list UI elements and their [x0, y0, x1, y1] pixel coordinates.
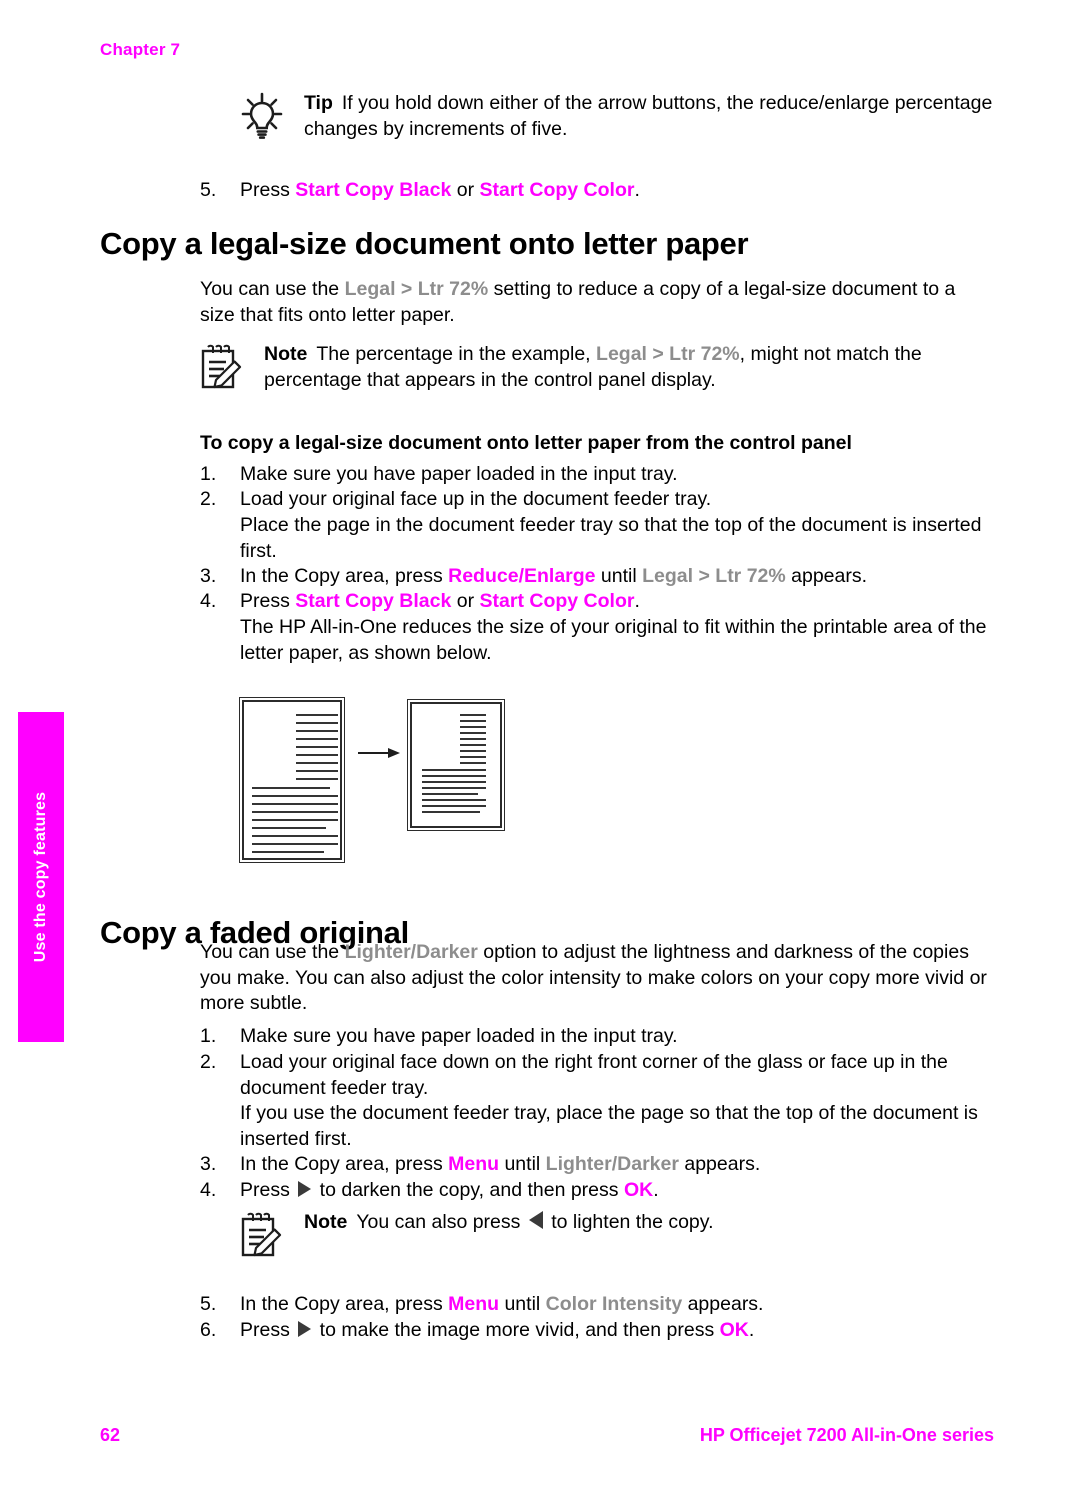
right-arrow-icon — [298, 1181, 312, 1197]
step-text: In the Copy area, press Reduce/Enlarge u… — [240, 565, 868, 587]
step-number: 5. — [200, 179, 217, 201]
ok-button-label: OK — [623, 1179, 654, 1201]
tip-text: If you hold down either of the arrow but… — [304, 92, 993, 140]
document-page: Chapter 7 Use the copy features Tip If y… — [0, 0, 1080, 1495]
legal-page-illustration — [239, 697, 345, 863]
legal-ltr-term: Legal > Ltr 72% — [596, 343, 740, 365]
note-pencil-icon — [236, 1209, 288, 1261]
faded-intro-paragraph: You can use the Lighter/Darker option to… — [200, 941, 987, 1014]
step-text: Make sure you have paper loaded in the i… — [240, 1025, 678, 1047]
start-copy-color-label: Start Copy Color — [479, 179, 635, 201]
legal-ltr-term: Legal > Ltr 72% — [344, 278, 489, 300]
letter-page-illustration — [407, 699, 505, 831]
footer-page-number: 62 — [100, 1425, 121, 1445]
right-arrow-icon — [298, 1321, 312, 1337]
start-copy-color-label: Start Copy Color — [479, 590, 635, 612]
step-number: 1. — [200, 1025, 217, 1047]
start-copy-black-label: Start Copy Black — [295, 179, 452, 201]
step-text: Press to darken the copy, and then press… — [240, 1179, 659, 1201]
legal-ltr-term: Legal > Ltr 72% — [642, 565, 786, 587]
lighter-darker-term: Lighter/Darker — [344, 941, 478, 963]
left-arrow-icon — [528, 1211, 543, 1229]
menu-button-label: Menu — [448, 1153, 500, 1175]
step-text: Press to make the image more vivid, and … — [240, 1319, 755, 1341]
step-number: 6. — [200, 1319, 217, 1341]
lightbulb-icon — [236, 90, 288, 142]
step-text: Load your original face down on the righ… — [240, 1051, 948, 1099]
tip-label: Tip — [304, 92, 333, 114]
chapter-label: Chapter 7 — [100, 40, 181, 59]
step-text: In the Copy area, press Menu until Color… — [240, 1293, 764, 1315]
step-text: Load your original face up in the docume… — [240, 488, 712, 510]
side-tab-label: Use the copy features — [32, 791, 49, 963]
step-number: 3. — [200, 565, 217, 587]
start-copy-black-label: Start Copy Black — [295, 590, 452, 612]
lighter-darker-term: Lighter/Darker — [545, 1153, 679, 1175]
step-number: 4. — [200, 590, 217, 612]
note-body: Note You can also press to lighten the co… — [304, 1211, 714, 1233]
note-pencil-icon — [196, 341, 248, 393]
note-box-lighten: Note You can also press to lighten the co… — [236, 1209, 976, 1257]
step-number: 5. — [200, 1293, 217, 1315]
reduce-enlarge-button-label: Reduce/Enlarge — [448, 565, 596, 587]
right-arrow-icon — [358, 748, 400, 758]
color-intensity-term: Color Intensity — [545, 1293, 683, 1315]
step-number: 1. — [200, 463, 217, 485]
footer-product-name: HP Officejet 7200 All-in-One series — [699, 1425, 994, 1445]
note-label: Note — [264, 343, 308, 365]
tip-body: Tip If you hold down either of the arrow … — [304, 90, 996, 142]
step-text: If you use the document feeder tray, pla… — [240, 1102, 978, 1150]
legal-intro-paragraph: You can use the Legal > Ltr 72% setting … — [200, 278, 956, 326]
procedure-heading-legal: To copy a legal-size document onto lette… — [200, 432, 852, 454]
step-text: Place the page in the document feeder tr… — [240, 514, 982, 562]
tip-box: Tip If you hold down either of the arrow … — [236, 90, 996, 142]
page-title-legal: Copy a legal-size document onto letter p… — [100, 226, 749, 261]
note-body: Note The percentage in the example, Legal… — [264, 343, 922, 391]
step-number: 3. — [200, 1153, 217, 1175]
step-text: In the Copy area, press Menu until Light… — [240, 1153, 761, 1175]
note-box-percentage: Note The percentage in the example, Legal… — [196, 341, 996, 393]
step-number: 4. — [200, 1179, 217, 1201]
legal-to-letter-reduction-figure — [239, 697, 520, 868]
step-text: Press Start Copy Black or Start Copy Col… — [240, 590, 640, 612]
step-text: The HP All-in-One reduces the size of yo… — [240, 616, 987, 664]
note-label: Note — [304, 1211, 348, 1233]
ok-button-label: OK — [719, 1319, 749, 1341]
menu-button-label: Menu — [448, 1293, 500, 1315]
side-thumb-tab: Use the copy features — [18, 712, 64, 1042]
step-number: 2. — [200, 488, 217, 510]
step-number: 2. — [200, 1051, 217, 1073]
step-text: Make sure you have paper loaded in the i… — [240, 463, 678, 485]
step-text: Press Start Copy Black or Start Copy Col… — [240, 179, 640, 201]
